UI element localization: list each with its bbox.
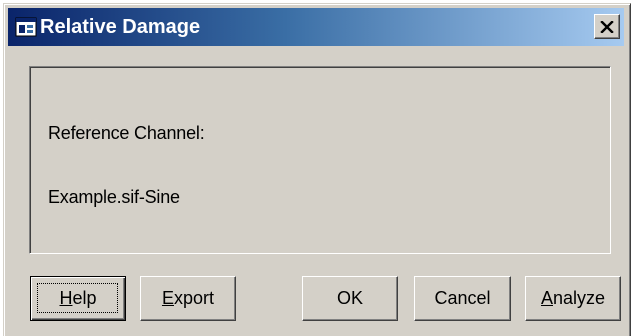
app-window-icon bbox=[15, 17, 37, 37]
reference-panel: Reference Channel: Example.sif-Sine bbox=[29, 66, 611, 254]
ok-button-label: OK bbox=[336, 288, 363, 308]
title-bar[interactable]: Relative Damage bbox=[8, 8, 624, 46]
close-icon bbox=[600, 20, 614, 33]
analyze-button-label: Analyze bbox=[540, 288, 606, 308]
cancel-button[interactable]: Cancel bbox=[414, 276, 511, 321]
export-button-label: Export bbox=[161, 288, 215, 308]
window-title: Relative Damage bbox=[40, 16, 201, 38]
help-button-label: Help bbox=[59, 288, 97, 308]
close-button[interactable] bbox=[594, 14, 620, 39]
ok-button[interactable]: OK bbox=[302, 276, 398, 321]
export-button[interactable]: Export bbox=[140, 276, 236, 321]
analyze-button[interactable]: Analyze bbox=[525, 276, 621, 321]
reference-channel-label: Reference Channel: bbox=[48, 123, 205, 143]
cancel-button-label: Cancel bbox=[434, 288, 491, 308]
reference-channel-value: Example.sif-Sine bbox=[48, 187, 180, 207]
help-button[interactable]: Help bbox=[30, 276, 126, 321]
